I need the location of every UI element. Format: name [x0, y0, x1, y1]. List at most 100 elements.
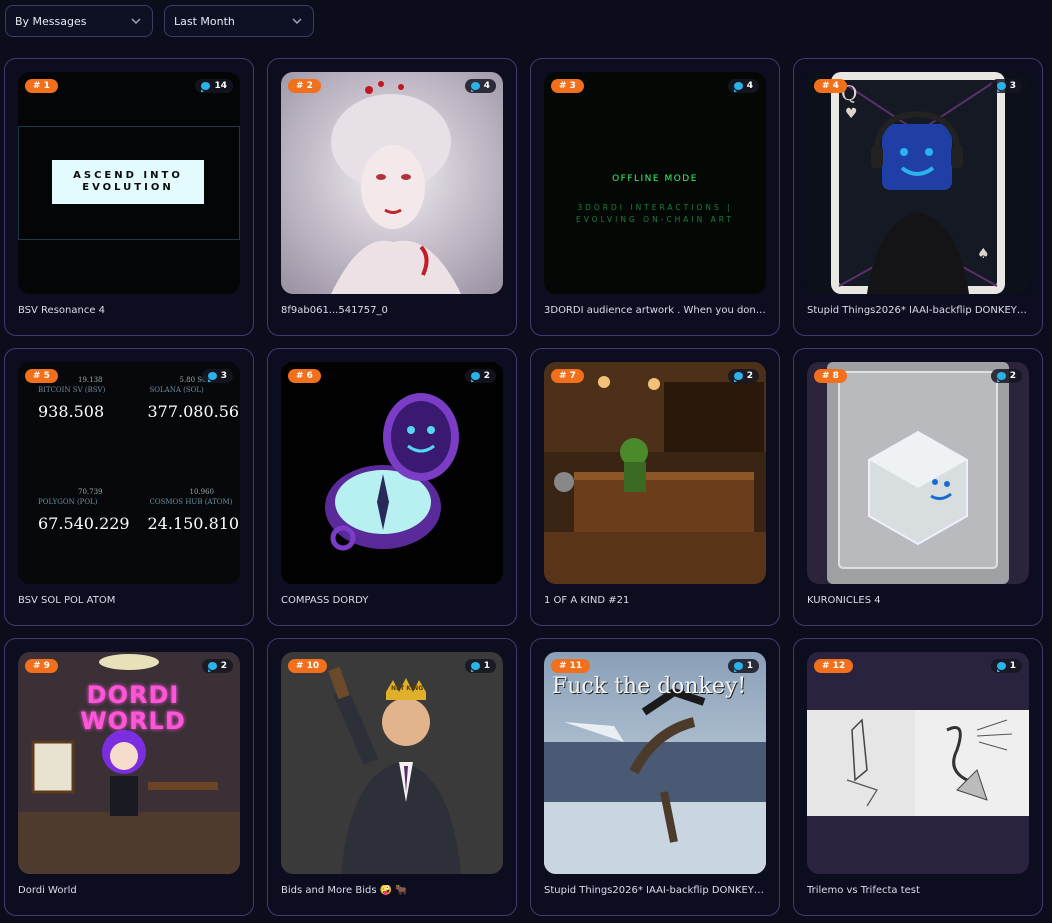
- artwork-image: [807, 362, 1029, 584]
- rank-badge: # 2: [288, 79, 321, 93]
- art-text: NFT KING: [391, 685, 424, 692]
- artwork-image: Q ♥ ♠: [807, 72, 1029, 294]
- art-text: Fuck the donkey!: [552, 674, 747, 699]
- artwork-thumbnail: # 8 2: [807, 362, 1029, 584]
- sort-select[interactable]: By Messages: [5, 5, 153, 37]
- rank-badge: # 9: [25, 659, 58, 673]
- message-count-badge: 14: [195, 79, 233, 93]
- message-count: 2: [1009, 371, 1016, 381]
- message-count: 2: [220, 661, 227, 671]
- artwork-card[interactable]: # 11 1 Fuck the donkey! Stupid Things202…: [530, 638, 780, 916]
- message-count-badge: 4: [727, 79, 759, 93]
- message-count-badge: 3: [201, 369, 233, 383]
- chat-bubble-icon: [207, 372, 217, 382]
- rank-badge: # 1: [25, 79, 58, 93]
- artwork-title: Bids and More Bids 🤪 🐂: [281, 885, 408, 896]
- chat-bubble-icon: [733, 662, 743, 672]
- sort-select-value: By Messages: [15, 14, 87, 28]
- chevron-down-icon: [131, 18, 141, 24]
- artwork-title: BSV SOL POL ATOM: [18, 595, 116, 606]
- message-count-badge: 2: [727, 369, 759, 383]
- message-count: 3: [220, 371, 227, 381]
- message-count-badge: 4: [464, 79, 496, 93]
- artwork-title: Trilemo vs Trifecta test: [807, 885, 920, 896]
- artwork-card[interactable]: # 10 1 NFT KING Bids and More Bids 🤪 🐂: [267, 638, 517, 916]
- artwork-thumbnail: # 11 1 Fuck the donkey!: [544, 652, 766, 874]
- chat-bubble-icon: [996, 662, 1006, 672]
- artwork-title: COMPASS DORDY: [281, 595, 369, 606]
- artwork-card[interactable]: # 8 2 KURONICLES 4: [793, 348, 1043, 626]
- chat-bubble-icon: [996, 372, 1006, 382]
- artwork-card[interactable]: # 6 2 COMPASS DORDY: [267, 348, 517, 626]
- chat-bubble-icon: [207, 662, 217, 672]
- quadrant-value: 24.150.810: [147, 513, 240, 533]
- rank-badge: # 3: [551, 79, 584, 93]
- message-count-badge: 1: [464, 659, 496, 673]
- rank-badge: # 11: [551, 659, 591, 673]
- svg-text:♥: ♥: [845, 106, 858, 122]
- quadrant-value: 938.508: [38, 402, 105, 421]
- message-count-badge: 1: [727, 659, 759, 673]
- crypto-quadrant-atom: 10.960 COSMOS HUB (ATOM) 24.150.810: [129, 473, 240, 584]
- artwork-image: [281, 362, 503, 584]
- rank-badge: # 10: [288, 659, 328, 673]
- artwork-card[interactable]: # 3 4 OFFLINE MODE 3DORDI INTERACTIONS |…: [530, 58, 780, 336]
- art-text: DORDI WORLD: [80, 681, 186, 735]
- quadrant-value: 67.540.229: [38, 513, 129, 533]
- artwork-image: [807, 710, 1029, 816]
- message-count-badge: 2: [201, 659, 233, 673]
- artwork-title: Stupid Things2026* IAAI-backflip DONKEY …: [807, 305, 1029, 316]
- artwork-card[interactable]: # 12 1 Trilemo vs Trifecta test: [793, 638, 1043, 916]
- quadrant-small-value: 70.739: [78, 487, 103, 496]
- message-count: 2: [483, 371, 490, 381]
- artwork-title: 3DORDI audience artwork . When you donat…: [544, 305, 766, 316]
- chat-bubble-icon: [470, 662, 480, 672]
- artwork-title: BSV Resonance 4: [18, 305, 106, 316]
- rank-badge: # 4: [814, 79, 847, 93]
- artwork-thumbnail: # 6 2: [281, 362, 503, 584]
- chat-bubble-icon: [470, 82, 480, 92]
- artwork-thumbnail: # 3 4 OFFLINE MODE 3DORDI INTERACTIONS |…: [544, 72, 766, 294]
- artwork-title: Stupid Things2026* IAAI-backflip DONKEY …: [544, 885, 766, 896]
- quadrant-label: POLYGON (POL): [38, 497, 98, 506]
- artwork-title: 8f9ab061...541757_0: [281, 305, 388, 316]
- message-count-badge: 1: [990, 659, 1022, 673]
- art-subtext: 3DORDI INTERACTIONS | EVOLVING ON-CHAIN …: [576, 203, 734, 224]
- rank-badge: # 8: [814, 369, 847, 383]
- message-count: 4: [746, 81, 753, 91]
- message-count: 1: [483, 661, 490, 671]
- artwork-card[interactable]: # 9 2 DORDI WORLD Dordi World: [4, 638, 254, 916]
- message-count: 1: [1009, 661, 1016, 671]
- artwork-thumbnail: # 5 3 19.138 BITCOIN SV (BSV) 938.508 5.…: [18, 362, 240, 584]
- filter-bar: By Messages Last Month: [5, 5, 314, 37]
- rank-badge: # 5: [25, 369, 58, 383]
- rank-badge: # 7: [551, 369, 584, 383]
- artwork-card[interactable]: # 2 4 8f9ab061...541757_0: [267, 58, 517, 336]
- artwork-thumbnail: # 7 2: [544, 362, 766, 584]
- period-select[interactable]: Last Month: [164, 5, 314, 37]
- message-count: 14: [214, 81, 227, 91]
- artwork-thumbnail: # 4 3 Q ♥ ♠: [807, 72, 1029, 294]
- message-count-badge: 2: [464, 369, 496, 383]
- svg-text:♠: ♠: [977, 246, 990, 262]
- artwork-card[interactable]: # 4 3 Q ♥ ♠ Stupid Things2026* IAAI-back…: [793, 58, 1043, 336]
- chat-bubble-icon: [733, 372, 743, 382]
- artwork-thumbnail: # 9 2 DORDI WORLD: [18, 652, 240, 874]
- artwork-thumbnail: # 2 4: [281, 72, 503, 294]
- rank-badge: # 6: [288, 369, 321, 383]
- artwork-grid: # 1 14 ASCEND INTO EVOLUTION BSV Resonan…: [4, 58, 1043, 916]
- artwork-image: [544, 362, 766, 584]
- chat-bubble-icon: [201, 82, 211, 92]
- message-count: 2: [746, 371, 753, 381]
- artwork-card[interactable]: # 7 2 1 OF A KIND #21: [530, 348, 780, 626]
- period-select-value: Last Month: [174, 14, 235, 28]
- artwork-thumbnail: # 1 14 ASCEND INTO EVOLUTION: [18, 72, 240, 294]
- crypto-quadrant-pol: 70.739 POLYGON (POL) 67.540.229: [18, 473, 129, 584]
- artwork-image: [281, 72, 503, 294]
- artwork-card[interactable]: # 1 14 ASCEND INTO EVOLUTION BSV Resonan…: [4, 58, 254, 336]
- art-text: OFFLINE MODE: [612, 174, 698, 184]
- message-count: 3: [1009, 81, 1016, 91]
- message-count-badge: 3: [990, 79, 1022, 93]
- artwork-card[interactable]: # 5 3 19.138 BITCOIN SV (BSV) 938.508 5.…: [4, 348, 254, 626]
- message-count-badge: 2: [990, 369, 1022, 383]
